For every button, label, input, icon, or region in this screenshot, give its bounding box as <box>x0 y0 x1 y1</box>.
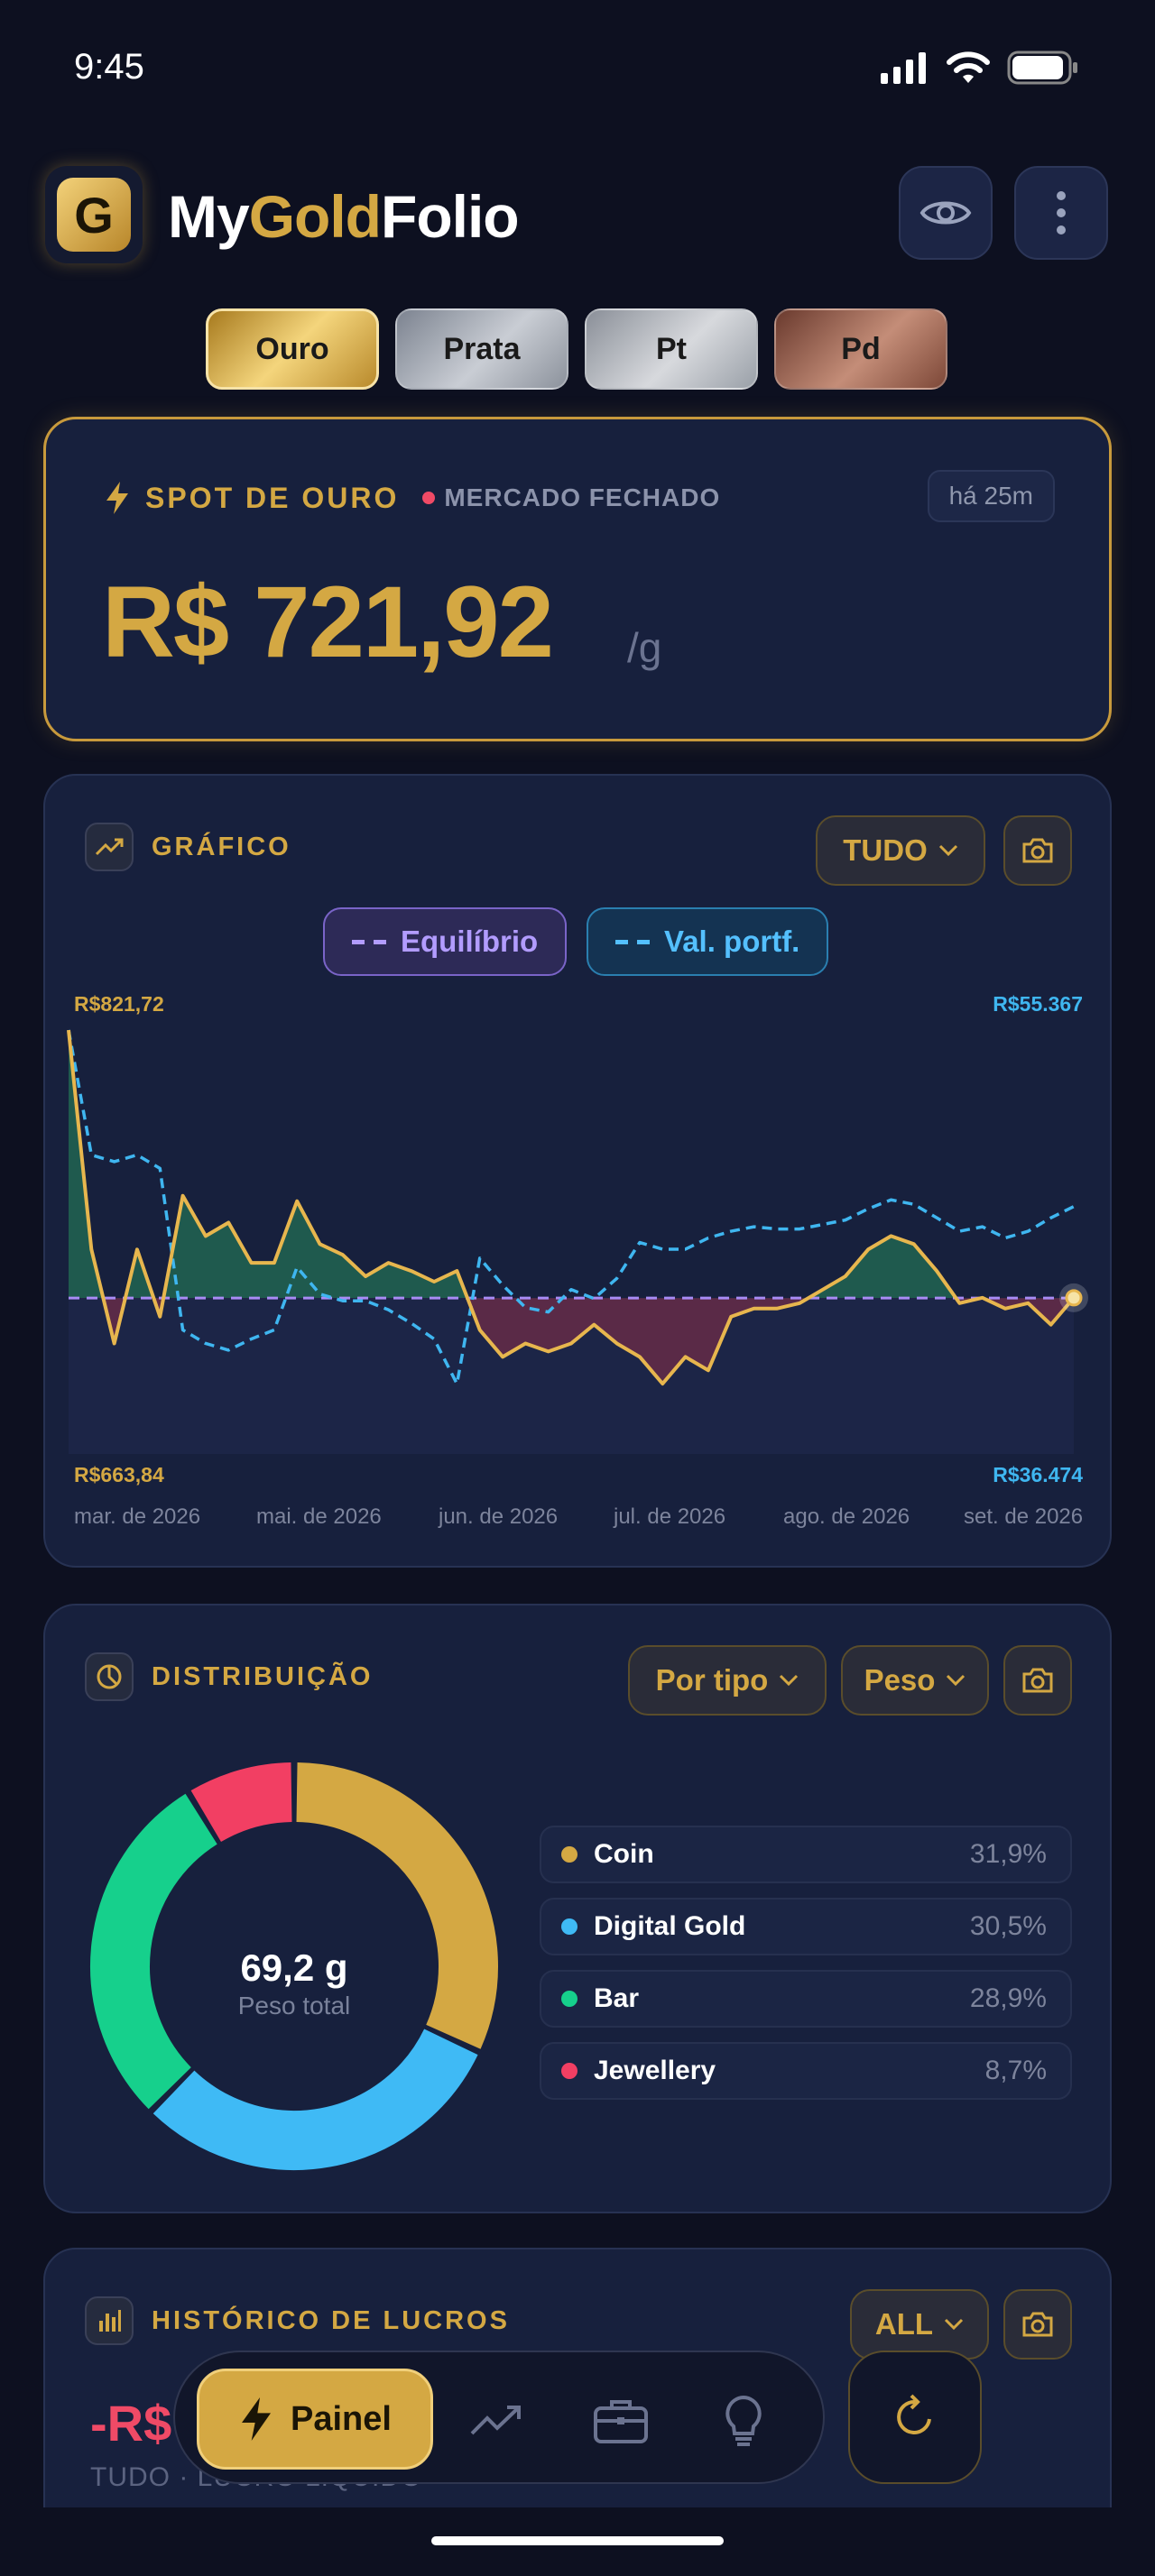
legend-dot <box>561 1918 578 1935</box>
home-indicator <box>431 2536 724 2545</box>
spot-label-row: SPOT DE OURO MERCADO FECHADO <box>104 481 720 515</box>
legend-item-coin[interactable]: Coin 31,9% <box>540 1826 1072 1883</box>
camera-icon <box>1022 1668 1053 1693</box>
pie-chart-icon <box>85 1652 134 1701</box>
battery-icon <box>1007 51 1077 85</box>
briefcase-icon <box>594 2400 648 2443</box>
refresh-button[interactable] <box>848 2351 982 2484</box>
bottom-navigation: Painel <box>173 2351 825 2484</box>
legend-item-digital-gold[interactable]: Digital Gold 30,5% <box>540 1898 1072 1955</box>
donut-slice-digital-gold <box>152 2028 478 2170</box>
toggle-visibility-button[interactable] <box>899 166 993 260</box>
price-unit: /g <box>627 624 662 671</box>
distribution-card: DISTRIBUIÇÃO Por tipo Peso 69,2 g Peso t… <box>43 1604 1112 2213</box>
x-tick-label: jul. de 2026 <box>614 1504 726 1529</box>
distribution-screenshot-button[interactable] <box>1003 1645 1072 1716</box>
total-weight-value: 69,2 g <box>240 1946 348 1989</box>
market-status-dot <box>422 492 436 504</box>
status-icons <box>879 51 1079 85</box>
status-bar: 9:45 <box>0 0 1155 135</box>
chevron-down-icon <box>945 2318 964 2331</box>
current-point <box>1065 1289 1083 1307</box>
group-by-dropdown[interactable]: Por tipo <box>628 1645 827 1716</box>
eye-icon <box>919 201 972 225</box>
spot-title: SPOT DE OURO <box>145 481 400 514</box>
bar-chart-icon <box>85 2296 134 2345</box>
signal-icon <box>881 52 926 84</box>
tab-silver[interactable]: Prata <box>395 308 568 390</box>
more-menu-button[interactable] <box>1014 166 1108 260</box>
chart-card: GRÁFICO TUDO Equilíbrio Val. portf. R$82… <box>43 774 1112 1568</box>
tab-gold[interactable]: Ouro <box>206 308 379 390</box>
profit-range-dropdown[interactable]: ALL <box>850 2289 989 2360</box>
x-tick-label: ago. de 2026 <box>783 1504 910 1529</box>
logo-icon: G <box>57 178 131 252</box>
x-tick-label: mai. de 2026 <box>256 1504 382 1529</box>
legend-dot <box>561 2063 578 2079</box>
x-tick-label: mar. de 2026 <box>74 1504 201 1529</box>
nav-dashboard[interactable]: Painel <box>197 2369 433 2470</box>
chart-icon <box>470 2406 521 2435</box>
legend-item-jewellery[interactable]: Jewellery 8,7% <box>540 2042 1072 2100</box>
more-vertical-icon <box>1057 191 1066 235</box>
nav-insights[interactable] <box>715 2392 772 2450</box>
wifi-icon <box>947 51 990 83</box>
lightning-icon <box>242 2397 272 2441</box>
nav-chart[interactable] <box>467 2392 525 2450</box>
app-header: G MyGoldFolio <box>42 162 1113 271</box>
donut-slice-jewellery <box>190 1762 293 1843</box>
metric-dropdown[interactable]: Peso <box>841 1645 989 1716</box>
net-profit-value: -R$ <box>90 2395 172 2452</box>
legend-dot <box>561 1846 578 1863</box>
distribution-section-title: DISTRIBUIÇÃO <box>85 1652 373 1701</box>
profit-screenshot-button[interactable] <box>1003 2289 1072 2360</box>
chevron-down-icon <box>947 1674 966 1687</box>
lightning-icon <box>106 482 128 514</box>
lightbulb-icon <box>725 2395 762 2446</box>
x-tick-label: jun. de 2026 <box>439 1504 559 1529</box>
refresh-icon <box>897 2394 931 2434</box>
tab-palladium[interactable]: Pd <box>774 308 947 390</box>
app-logo: G <box>45 166 143 263</box>
app-title: MyGoldFolio <box>168 183 520 250</box>
spot-price-card: SPOT DE OURO MERCADO FECHADO há 25m R$ 7… <box>43 417 1112 741</box>
price-portfolio-chart[interactable] <box>45 776 1113 1569</box>
legend-dot <box>561 1991 578 2007</box>
metal-tabs: Ouro Prata Pt Pd <box>206 308 947 390</box>
last-updated-badge: há 25m <box>927 470 1055 522</box>
camera-icon <box>1022 2312 1053 2337</box>
status-time: 9:45 <box>74 47 144 87</box>
profit-section-title: HISTÓRICO DE LUCROS <box>85 2296 510 2345</box>
total-weight-label: Peso total <box>237 1992 351 2019</box>
tab-platinum[interactable]: Pt <box>585 308 758 390</box>
chevron-down-icon <box>780 1674 799 1687</box>
spot-price: R$ 721,92 <box>102 566 554 678</box>
market-status: MERCADO FECHADO <box>422 483 720 512</box>
x-tick-label: set. de 2026 <box>964 1504 1084 1529</box>
nav-portfolio[interactable] <box>592 2392 650 2450</box>
legend-item-bar[interactable]: Bar 28,9% <box>540 1970 1072 2028</box>
